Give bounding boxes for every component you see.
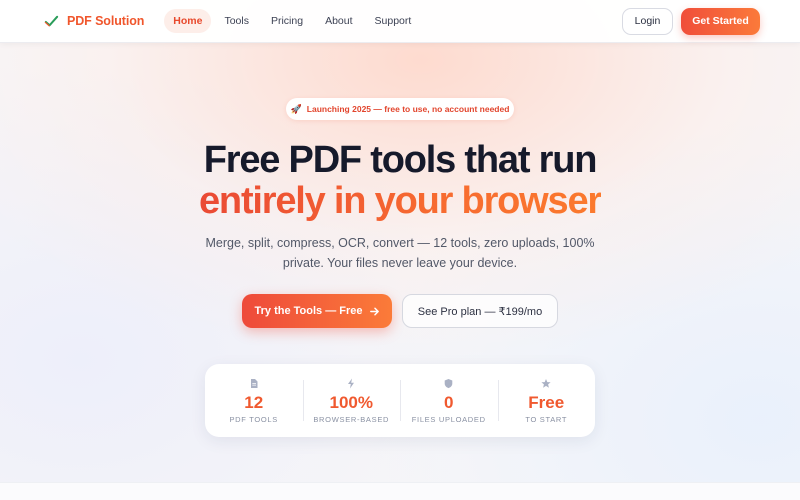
- try-tools-label: Try the Tools — Free: [254, 305, 363, 317]
- hero-subtitle: Merge, split, compress, OCR, convert — 1…: [205, 236, 595, 270]
- hero-headline-line2: entirely in your browser: [0, 179, 800, 223]
- get-started-button[interactable]: Get Started: [681, 7, 760, 35]
- nav-link-tools[interactable]: Tools: [215, 9, 258, 33]
- arrow-right-icon: [369, 307, 379, 315]
- lightning-icon: [348, 378, 355, 388]
- try-tools-button[interactable]: Try the Tools — Free: [242, 294, 392, 328]
- hero-headline-line1: Free PDF tools that run: [203, 139, 598, 181]
- see-pro-plan-button[interactable]: See Pro plan — ₹199/mo: [402, 294, 558, 328]
- cta-row: Try the Tools — Free See Pro plan — ₹199…: [0, 294, 800, 328]
- stat-label: BROWSER-BASED: [313, 414, 390, 424]
- stat-value: 100%: [329, 392, 373, 412]
- shield-icon: [444, 378, 453, 388]
- brand[interactable]: PDF Solution: [44, 14, 144, 29]
- checkmark-logo-icon: [44, 15, 59, 26]
- stat-value: 12: [244, 392, 264, 412]
- stat-value: Free: [528, 392, 565, 412]
- nav-actions: Login Get Started: [622, 7, 760, 35]
- nav-link-about[interactable]: About: [316, 9, 361, 33]
- next-section-edge: [0, 482, 800, 500]
- stat-pdf-tools: 12 PDF TOOLS: [205, 364, 303, 437]
- stat-label: FILES UPLOADED: [411, 414, 486, 424]
- star-icon: [541, 378, 551, 388]
- top-navbar: PDF Solution Home Tools Pricing About Su…: [0, 0, 800, 43]
- stat-label: PDF TOOLS: [229, 414, 279, 424]
- stat-browser-based: 100% BROWSER-BASED: [302, 364, 401, 437]
- stat-label: TO START: [525, 414, 568, 424]
- launch-badge-text: Launching 2025 — free to use, no account…: [306, 104, 510, 114]
- stat-files-uploaded: 0 FILES UPLOADED: [400, 364, 498, 437]
- document-icon: [250, 378, 258, 388]
- launch-badge: 🚀 Launching 2025 — free to use, no accou…: [286, 98, 514, 120]
- nav-link-home[interactable]: Home: [164, 9, 212, 33]
- nav-link-support[interactable]: Support: [366, 9, 421, 33]
- login-button[interactable]: Login: [622, 7, 673, 35]
- stat-to-start: Free TO START: [497, 364, 596, 437]
- stat-value: 0: [444, 392, 454, 412]
- rocket-icon: 🚀: [290, 103, 302, 114]
- stats-card: 12 PDF TOOLS 100% BROWSER-BASED 0 FILES …: [205, 364, 595, 437]
- nav-link-pricing[interactable]: Pricing: [262, 9, 312, 33]
- hero-headline-gradient-text: entirely in your browser: [199, 180, 602, 222]
- brand-name: PDF Solution: [67, 14, 145, 28]
- nav-links: Home Tools Pricing About Support: [164, 9, 420, 33]
